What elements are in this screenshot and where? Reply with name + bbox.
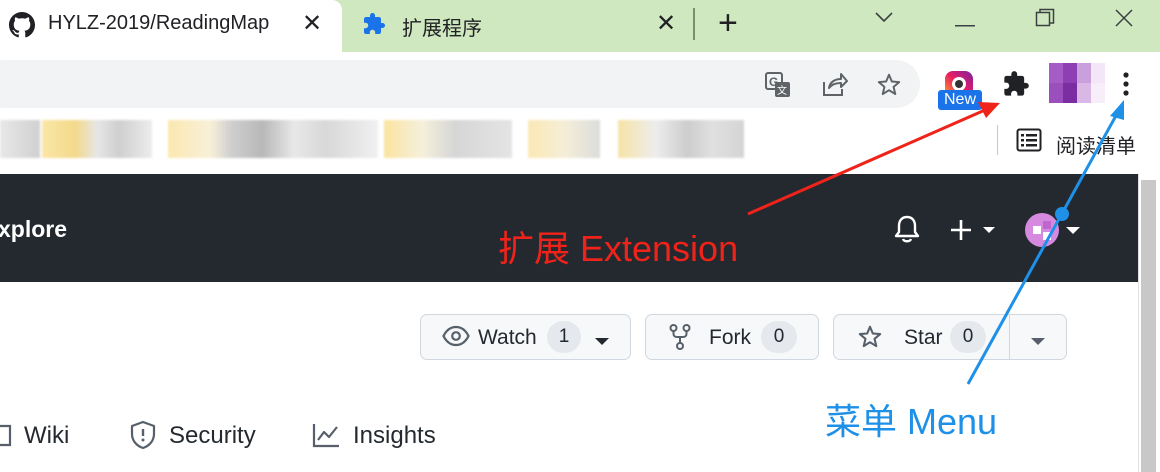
- menu-annotation: 菜单 Menu: [825, 401, 998, 442]
- extension-annotation: 扩展 Extension: [498, 228, 739, 269]
- blue-arrow-dot: [1055, 207, 1069, 221]
- blue-arrow-line: [966, 111, 1120, 385]
- blue-arrow-head: [1110, 100, 1124, 120]
- red-arrow-line: [747, 108, 986, 216]
